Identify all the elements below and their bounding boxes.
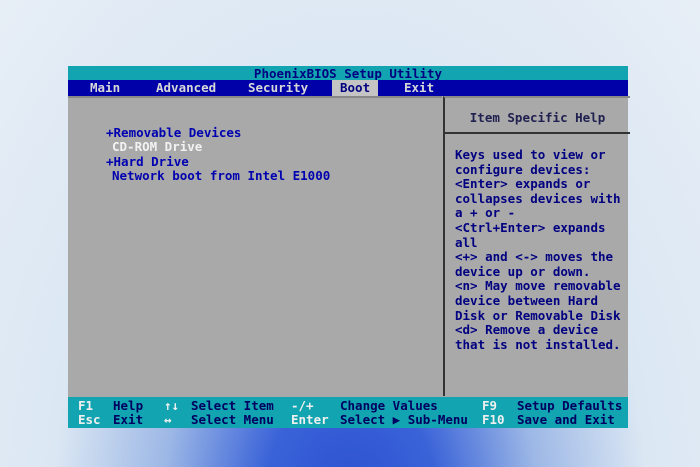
bios-title: PhoenixBIOS Setup Utility <box>68 66 628 81</box>
bios-window: PhoenixBIOS Setup Utility Main Advanced … <box>68 66 630 428</box>
key-f1: F1 <box>78 398 94 413</box>
key-label-setup-defaults: Setup Defaults <box>517 398 623 413</box>
key-label-save-and-exit: Save and Exit <box>517 412 615 427</box>
key-label-help: Help <box>113 398 144 413</box>
boot-item-cdrom-drive[interactable]: CD-ROM Drive <box>112 139 202 154</box>
key-label-exit: Exit <box>113 412 144 427</box>
key-legend: F1 Help ↑↓ Select Item -/+ Change Values… <box>68 397 628 428</box>
tab-advanced[interactable]: Advanced <box>156 81 216 95</box>
key-f10: F10 <box>482 412 505 427</box>
key-label-select-item: Select Item <box>191 398 274 413</box>
help-header: Item Specific Help <box>445 98 630 134</box>
key-esc: Esc <box>78 412 101 427</box>
menu-bar: Main Advanced Security Boot Exit <box>68 80 628 96</box>
boot-item-removable-devices[interactable]: +Removable Devices <box>106 125 241 140</box>
boot-order-panel: +Removable Devices CD-ROM Drive +Hard Dr… <box>68 96 442 396</box>
help-text: Keys used to view or configure devices: … <box>455 147 621 352</box>
help-panel: Item Specific Help Keys used to view or … <box>443 96 630 396</box>
key-enter: Enter <box>291 412 329 427</box>
key-updown: ↑↓ <box>164 398 180 413</box>
tab-exit[interactable]: Exit <box>404 81 434 95</box>
key-f9: F9 <box>482 398 498 413</box>
key-label-select-submenu: Select ▶ Sub-Menu <box>340 412 468 427</box>
key-minus-plus: -/+ <box>291 398 314 413</box>
tab-security[interactable]: Security <box>248 81 308 95</box>
boot-item-hard-drive[interactable]: +Hard Drive <box>106 154 189 169</box>
key-label-change-values: Change Values <box>340 398 438 413</box>
tab-main[interactable]: Main <box>90 81 120 95</box>
key-label-select-menu: Select Menu <box>191 412 274 427</box>
key-leftright: ↔ <box>164 412 172 427</box>
boot-item-network-boot[interactable]: Network boot from Intel E1000 <box>112 168 330 183</box>
tab-boot[interactable]: Boot <box>332 80 379 96</box>
